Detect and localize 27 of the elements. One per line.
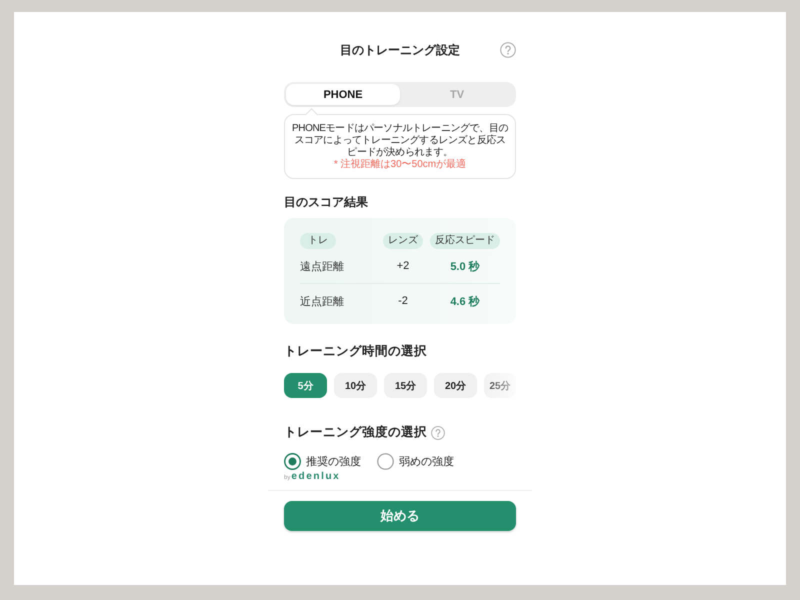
section-title: 目のスコア結果 [284,194,369,211]
section-title: トレーニング時間の選択 [284,343,428,360]
speed-value: 5.0 秒 [450,260,480,274]
lens-value: +2 [396,260,410,272]
duration-chip[interactable]: 25分 [484,373,516,398]
row-label: 近点距離 [300,294,345,308]
intensity-option[interactable]: 推奨の強度 [284,453,361,470]
duration-chip[interactable]: 20分 [434,373,477,398]
help-icon[interactable] [500,42,516,58]
mode-description: PHONEモードはパーソナルトレーニングで、目のスコアによってトレーニングするレンズと反応スピードが決められます。 [291,123,509,158]
mode-tab[interactable]: PHONE [286,84,400,105]
lens-value: -2 [398,295,408,307]
intensity-option[interactable]: 弱めの強度 [377,453,454,470]
duration-chip[interactable]: 10分 [334,373,377,398]
section-title: トレーニング強度の選択 [284,424,427,441]
duration-chip[interactable]: 5分 [284,373,327,398]
page-title: 目のトレーニング設定 [340,42,460,58]
row-label: 遠点距離 [300,260,345,274]
brand-name: edenlux [291,471,340,482]
column-header: 反応スピード [430,233,500,249]
column-header: トレ [300,233,336,249]
speed-value: 4.6 秒 [450,294,480,308]
help-icon[interactable] [431,426,445,440]
column-header: レンズ [383,233,423,249]
duration-chip[interactable]: 15分 [384,373,427,398]
distance-note: * 注視距離は30〜50cmが最適 [332,159,468,171]
start-button[interactable]: 始める [284,501,516,531]
